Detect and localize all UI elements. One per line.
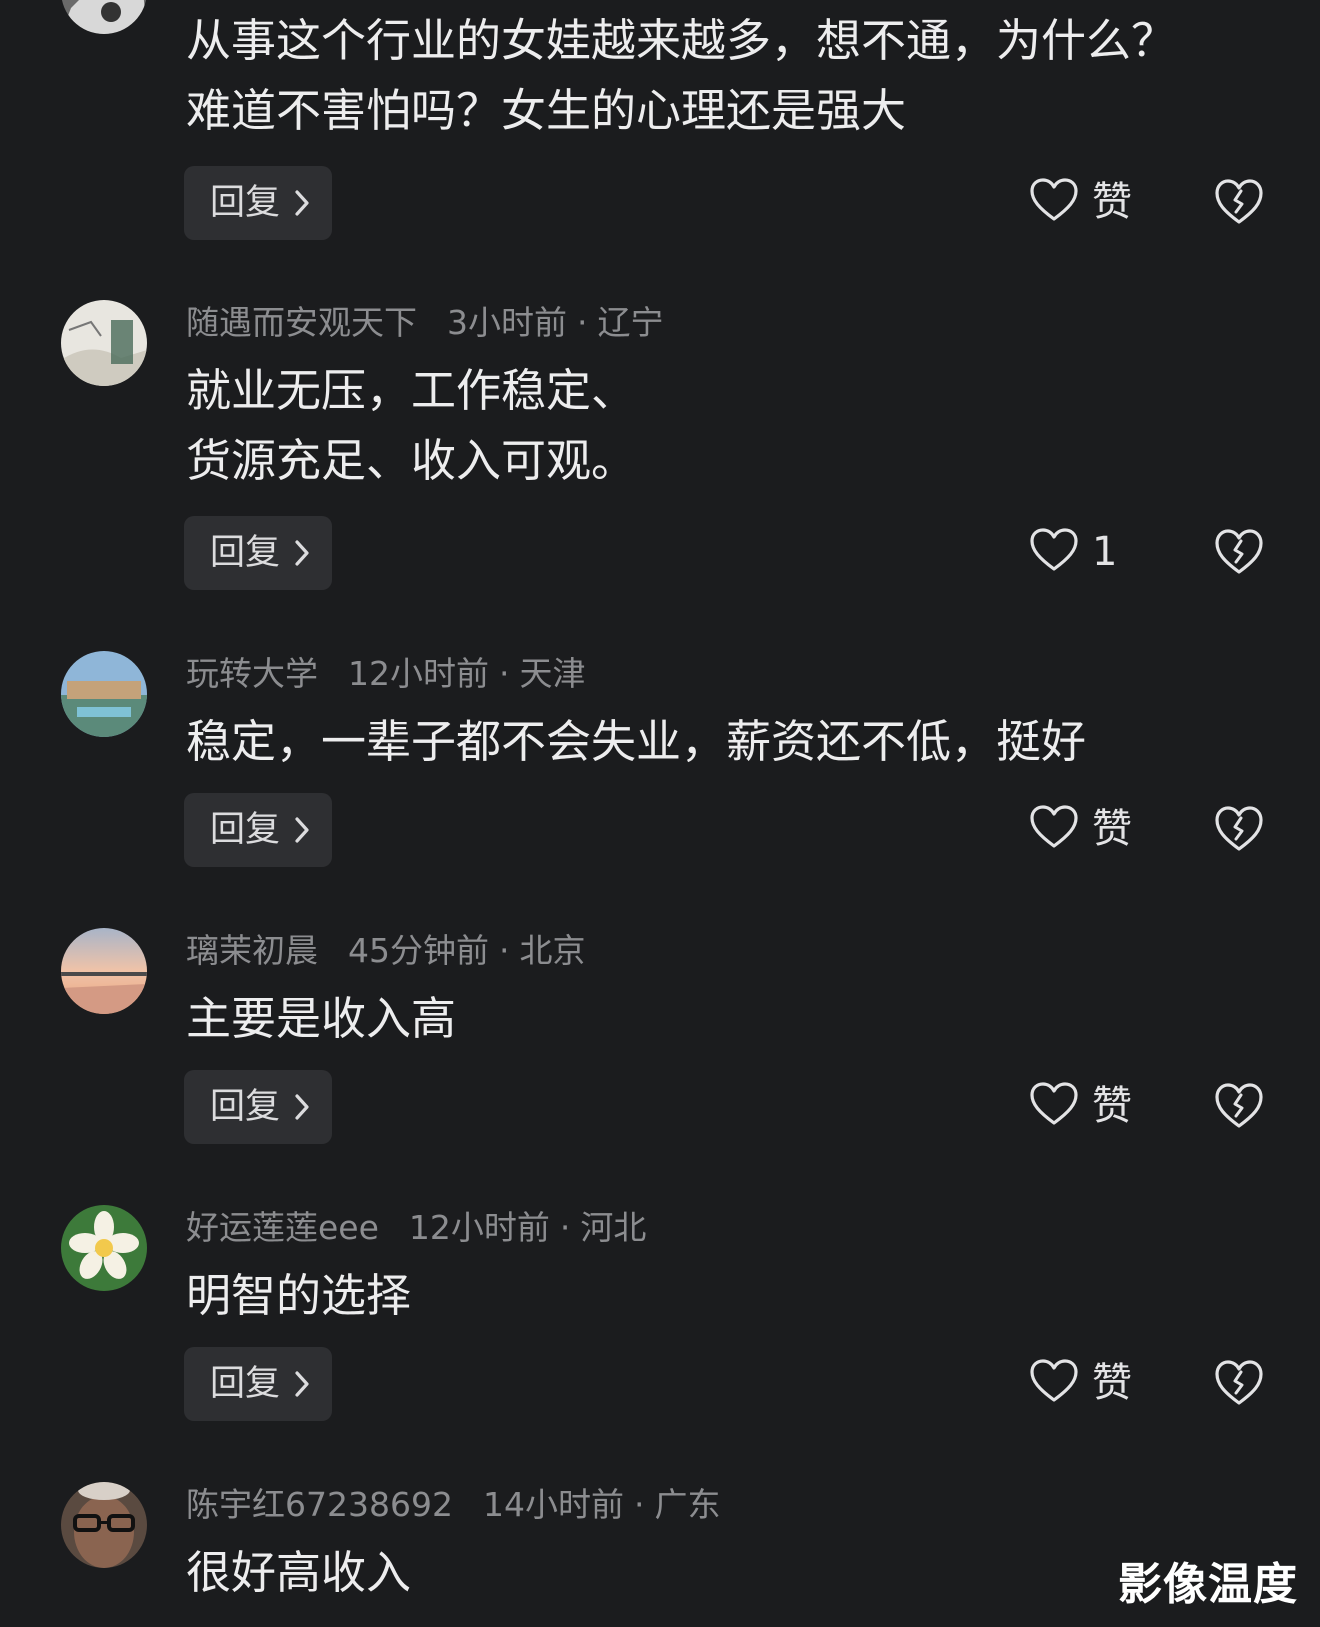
reply-label: 回复: [210, 183, 281, 223]
meta-separator: ·: [577, 303, 588, 342]
reply-label: 回复: [210, 1087, 281, 1127]
meta-separator: ·: [633, 1485, 645, 1524]
like-button[interactable]: 赞: [1030, 799, 1160, 859]
heart-outline-icon: [1030, 1082, 1078, 1126]
avatar[interactable]: [61, 1482, 147, 1568]
comment-line: 主要是收入高: [186, 992, 457, 1045]
reply-button[interactable]: 回复: [184, 166, 332, 240]
chevron-right-icon: [294, 1093, 310, 1121]
heart-outline-icon: [1030, 528, 1078, 572]
comment-meta: 玩转大学 12小时前 · 天津: [186, 651, 586, 697]
chevron-right-icon: [294, 539, 310, 567]
comment-line: 稳定，一辈子都不会失业，薪资还不低，挺好: [186, 715, 1087, 768]
location: 河北: [580, 1208, 647, 1247]
comment-meta: 璃茉初晨 45分钟前 · 北京: [186, 928, 586, 974]
like-button[interactable]: 赞: [1030, 1076, 1160, 1136]
like-count: 赞: [1092, 179, 1132, 225]
dislike-button[interactable]: [1214, 1359, 1264, 1407]
like-count: 赞: [1092, 1083, 1132, 1129]
comment-text: 主要是收入高: [186, 984, 1266, 1054]
dislike-button[interactable]: [1214, 805, 1264, 853]
username[interactable]: 玩转大学: [186, 654, 318, 693]
avatar[interactable]: [61, 928, 147, 1014]
comment-text: 很好高收入: [186, 1538, 1266, 1608]
reply-label: 回复: [210, 810, 281, 850]
avatar[interactable]: [61, 0, 147, 34]
like-button[interactable]: 1: [1030, 522, 1160, 582]
timestamp: 12小时前: [348, 654, 489, 693]
broken-heart-icon: [1214, 1359, 1264, 1407]
watermark: 影像温度: [1118, 1559, 1298, 1610]
location: 广东: [654, 1485, 721, 1524]
dislike-button[interactable]: [1214, 178, 1264, 226]
broken-heart-icon: [1214, 178, 1264, 226]
reply-label: 回复: [210, 1364, 281, 1404]
meta-separator: ·: [559, 1208, 571, 1247]
timestamp: 14小时前: [482, 1485, 624, 1524]
timestamp: 3小时前: [447, 303, 567, 342]
comment-text: 就业无压，工作稳定、 货源充足、收入可观。: [186, 356, 1266, 496]
chevron-right-icon: [294, 189, 310, 217]
reply-button[interactable]: 回复: [184, 793, 332, 867]
comment-text: 从事这个行业的女娃越来越多，想不通，为什么？ 难道不害怕吗？女生的心理还是强大: [186, 6, 1266, 146]
dislike-button[interactable]: [1214, 1082, 1264, 1130]
comment-feed: 从事这个行业的女娃越来越多，想不通，为什么？ 难道不害怕吗？女生的心理还是强大 …: [0, 0, 1320, 1627]
broken-heart-icon: [1214, 805, 1264, 853]
username[interactable]: 璃茉初晨: [186, 931, 318, 970]
reply-button[interactable]: 回复: [184, 1347, 332, 1421]
broken-heart-icon: [1214, 528, 1264, 576]
like-count: 赞: [1092, 1360, 1132, 1406]
heart-outline-icon: [1030, 1359, 1078, 1403]
comment-line: 明智的选择: [186, 1269, 412, 1322]
comment-line: 就业无压，工作稳定、: [186, 364, 637, 417]
comment-meta: 随遇而安观天下 3小时前 · 辽宁: [186, 300, 664, 346]
meta-separator: ·: [499, 931, 510, 970]
username[interactable]: 好运莲莲eee: [186, 1208, 379, 1247]
timestamp: 12小时前: [408, 1208, 550, 1247]
location: 天津: [519, 654, 586, 693]
username[interactable]: 陈宇红67238692: [186, 1485, 453, 1524]
broken-heart-icon: [1214, 1082, 1264, 1130]
reply-label: 回复: [210, 533, 281, 573]
timestamp: 45分钟前: [348, 931, 489, 970]
heart-outline-icon: [1030, 805, 1078, 849]
heart-outline-icon: [1030, 178, 1078, 222]
chevron-right-icon: [294, 1370, 310, 1398]
comment-meta: 陈宇红67238692 14小时前 · 广东: [186, 1482, 720, 1528]
comment-meta: 好运莲莲eee 12小时前 · 河北: [186, 1205, 646, 1251]
comment-line: 难道不害怕吗？女生的心理还是强大: [186, 84, 907, 137]
comment-text: 稳定，一辈子都不会失业，薪资还不低，挺好: [186, 707, 1266, 777]
like-button[interactable]: 赞: [1030, 172, 1160, 232]
dislike-button[interactable]: [1214, 528, 1264, 576]
like-count: 1: [1092, 529, 1118, 575]
avatar[interactable]: [61, 1205, 147, 1291]
username[interactable]: 随遇而安观天下: [186, 303, 417, 342]
comment-line: 很好高收入: [186, 1546, 412, 1599]
chevron-right-icon: [294, 816, 310, 844]
comment-line: 货源充足、收入可观。: [186, 434, 637, 487]
like-count: 赞: [1092, 806, 1132, 852]
comment-line: 从事这个行业的女娃越来越多，想不通，为什么？: [186, 14, 1177, 67]
reply-button[interactable]: 回复: [184, 1070, 332, 1144]
meta-separator: ·: [499, 654, 510, 693]
comment-text: 明智的选择: [186, 1261, 1266, 1331]
like-button[interactable]: 赞: [1030, 1353, 1160, 1413]
reply-button[interactable]: 回复: [184, 516, 332, 590]
location: 辽宁: [597, 303, 664, 342]
location: 北京: [519, 931, 586, 970]
avatar[interactable]: [61, 651, 147, 737]
avatar[interactable]: [61, 300, 147, 386]
